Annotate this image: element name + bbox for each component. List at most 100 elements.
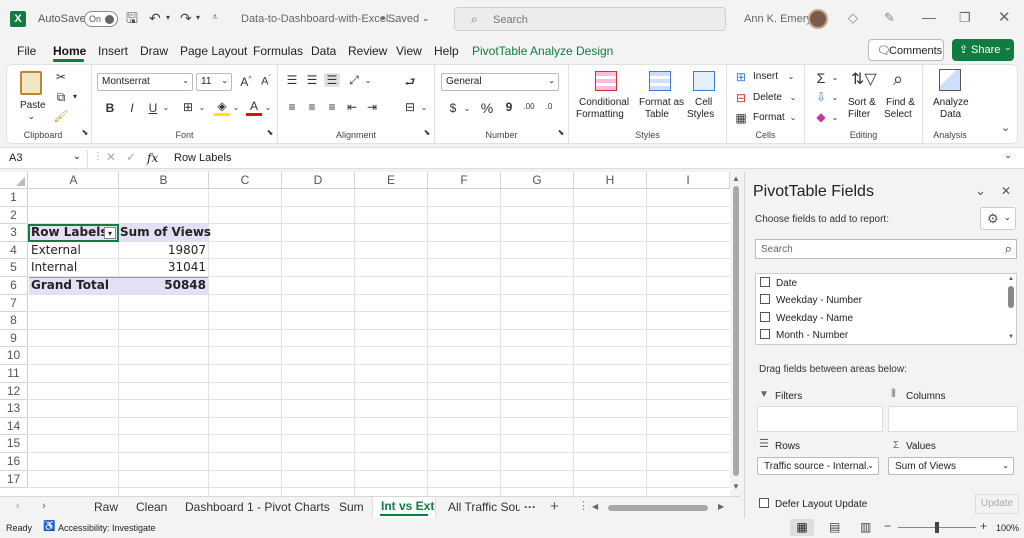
number-format-select[interactable]: General ⌄: [441, 73, 559, 91]
clear-dropdown-icon[interactable]: ⌄: [827, 113, 843, 122]
column-header-c[interactable]: C: [209, 172, 282, 189]
row-header-16[interactable]: 16: [0, 453, 28, 471]
row-header-8[interactable]: 8: [0, 312, 28, 330]
merge-dropdown-icon[interactable]: ⌄: [416, 103, 432, 112]
insert-cells-label[interactable]: Insert: [753, 71, 778, 83]
insert-cells-icon[interactable]: ⊞: [733, 70, 749, 84]
row-header-10[interactable]: 10: [0, 347, 28, 365]
field-scroll-up-icon[interactable]: ▲: [1008, 276, 1014, 282]
copy-dropdown-icon[interactable]: ▾: [67, 92, 83, 101]
decrease-decimal-icon[interactable]: .0: [541, 102, 557, 111]
row-header-13[interactable]: 13: [0, 400, 28, 418]
filters-drop-area[interactable]: [757, 406, 883, 432]
values-field-dropdown[interactable]: Sum of Views ⌄: [888, 457, 1014, 475]
column-header-h[interactable]: H: [574, 172, 647, 189]
autosave-toggle[interactable]: On: [84, 11, 118, 27]
field-item-weekday-name[interactable]: Weekday - Name: [760, 312, 853, 324]
number-launcher-icon[interactable]: ⬊: [553, 128, 569, 137]
next-sheet-icon[interactable]: ›: [42, 501, 46, 512]
borders-dropdown-icon[interactable]: ⌄: [194, 103, 210, 112]
page-layout-view-icon[interactable]: ▤: [829, 521, 840, 533]
pivot-row-label-internal[interactable]: Internal: [31, 259, 77, 276]
column-header-i[interactable]: I: [647, 172, 730, 189]
align-middle-icon[interactable]: ☰: [304, 73, 320, 87]
row-header-2[interactable]: 2: [0, 206, 28, 225]
font-name-select[interactable]: Montserrat ⌄: [97, 73, 193, 91]
menu-insert[interactable]: Insert: [98, 44, 128, 58]
column-header-g[interactable]: G: [501, 172, 574, 189]
menu-design[interactable]: Design: [576, 44, 613, 58]
zoom-in-icon[interactable]: +: [980, 520, 987, 532]
tab-clean[interactable]: Clean: [136, 500, 167, 514]
menu-formulas[interactable]: Formulas: [253, 44, 303, 58]
align-left-icon[interactable]: ≡: [284, 100, 300, 114]
field-search-box[interactable]: Search ⌕: [755, 239, 1017, 259]
column-header-d[interactable]: D: [282, 172, 355, 189]
save-icon[interactable]: 🖫: [126, 11, 138, 25]
spreadsheet-grid[interactable]: ABCDEFGHI 1 2 3 4 5 6 7 8 9 10 11 12 13 14 15 16 17 Row …: [0, 172, 742, 496]
redo-icon[interactable]: ↷: [180, 11, 192, 25]
pane-options-chevron-icon[interactable]: ⌄: [975, 184, 986, 197]
search-box[interactable]: ⌕ Search: [454, 7, 726, 31]
row-header-6[interactable]: 6: [0, 277, 28, 295]
field-item-date[interactable]: Date: [760, 277, 797, 289]
font-launcher-icon[interactable]: ⬊: [262, 128, 278, 137]
conditional-formatting-button[interactable]: Conditional Formatting: [573, 69, 635, 123]
collapse-ribbon-icon[interactable]: ⌄: [1001, 123, 1010, 134]
pane-settings-button[interactable]: ⚙ ⌄: [980, 207, 1016, 230]
insert-function-icon[interactable]: fx: [147, 151, 158, 165]
font-size-select[interactable]: 11 ⌄: [196, 73, 232, 91]
analyze-data-button[interactable]: Analyze Data: [927, 69, 975, 123]
add-sheet-icon[interactable]: +: [550, 499, 559, 514]
menu-view[interactable]: View: [396, 44, 422, 58]
format-cells-label[interactable]: Format: [753, 112, 785, 124]
field-list-scrollbar[interactable]: ▲ ▼: [1008, 276, 1014, 342]
tab-sum[interactable]: Sum: [339, 500, 364, 514]
vertical-scrollbar[interactable]: ▲ ▼: [730, 172, 742, 496]
zoom-slider-thumb[interactable]: [935, 522, 939, 533]
format-dropdown-icon[interactable]: ⌄: [785, 113, 801, 122]
formula-content[interactable]: Row Labels: [174, 152, 231, 164]
row-header-3[interactable]: 3: [0, 224, 28, 242]
format-cells-icon[interactable]: ▦: [733, 111, 749, 125]
defer-checkbox-box[interactable]: [759, 498, 769, 508]
delete-cells-label[interactable]: Delete: [753, 92, 782, 104]
scroll-up-icon[interactable]: ▲: [732, 174, 740, 183]
horizontal-scroll-thumb[interactable]: [608, 505, 708, 511]
format-painter-icon[interactable]: 🖌: [53, 109, 69, 123]
underline-dropdown-icon[interactable]: ⌄: [158, 103, 174, 112]
defer-layout-checkbox[interactable]: Defer Layout Update: [759, 498, 867, 510]
cell-styles-button[interactable]: Cell Styles: [685, 69, 725, 123]
orientation-dropdown-icon[interactable]: ⌄: [360, 76, 376, 85]
increase-decimal-icon[interactable]: .00: [521, 102, 537, 111]
row-header-7[interactable]: 7: [0, 294, 28, 313]
pivot-row-label-external[interactable]: External: [31, 242, 81, 259]
row-header-14[interactable]: 14: [0, 417, 28, 436]
field-checkbox[interactable]: [760, 277, 770, 287]
pivot-header-row-labels[interactable]: Row Labels: [31, 224, 107, 241]
field-item-weekday-number[interactable]: Weekday - Number: [760, 294, 862, 306]
close-icon[interactable]: ✕: [998, 10, 1011, 25]
row-labels-filter-icon[interactable]: ▾: [104, 227, 116, 240]
vertical-scroll-thumb[interactable]: [733, 186, 739, 476]
cut-icon[interactable]: ✂: [53, 70, 69, 84]
field-item-month-number[interactable]: Month - Number: [760, 329, 848, 341]
accessibility-status[interactable]: Accessibility: Investigate: [58, 523, 156, 533]
undo-icon[interactable]: ↶: [149, 11, 161, 25]
menu-review[interactable]: Review: [348, 44, 387, 58]
redo-dropdown-icon[interactable]: ▾: [196, 14, 200, 22]
align-right-icon[interactable]: ≡: [324, 100, 340, 114]
decrease-font-icon[interactable]: Aˇ: [258, 75, 274, 88]
find-select-button[interactable]: ⌕ Find & Select: [883, 69, 921, 123]
more-sheets-icon[interactable]: ···: [524, 500, 536, 514]
column-header-b[interactable]: B: [119, 172, 209, 189]
fill-dropdown-icon[interactable]: ⌄: [827, 93, 843, 102]
share-button[interactable]: ⇪ Share ⌄: [952, 39, 1014, 61]
confirm-entry-icon[interactable]: ✓: [126, 151, 136, 163]
saved-dropdown-icon[interactable]: ⌄: [422, 14, 430, 23]
delete-cells-icon[interactable]: ⊟: [733, 91, 749, 105]
cancel-entry-icon[interactable]: ✕: [106, 151, 116, 163]
column-header-a[interactable]: A: [29, 172, 119, 189]
field-scroll-down-icon[interactable]: ▼: [1008, 334, 1014, 340]
filename[interactable]: Data-to-Dashboard-with-Excel...: [241, 13, 398, 25]
